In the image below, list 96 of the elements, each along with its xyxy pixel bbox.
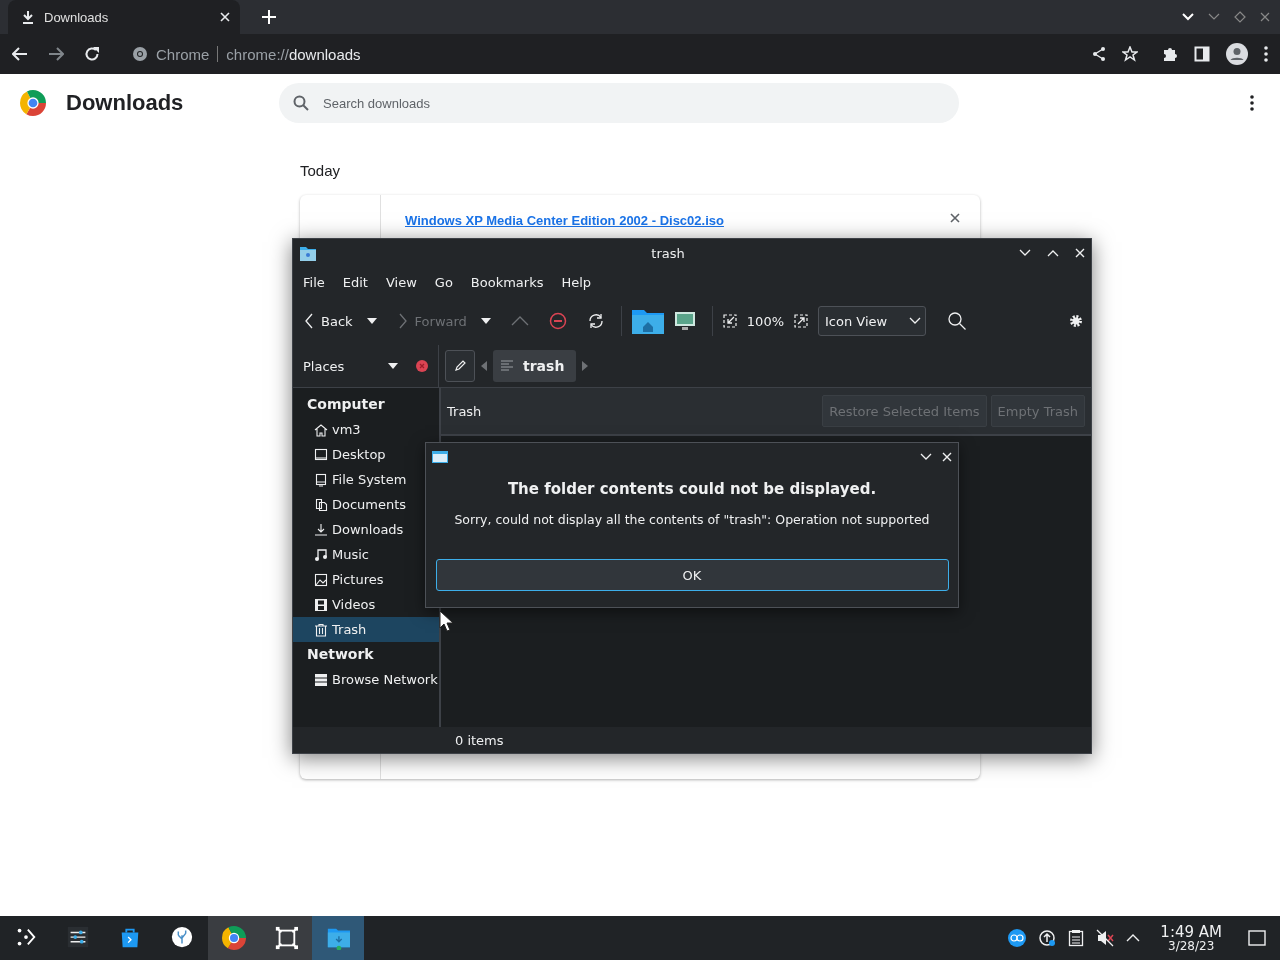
search-placeholder: Search downloads (323, 95, 430, 111)
reload-icon[interactable] (586, 312, 605, 330)
close-icon[interactable] (950, 213, 960, 223)
reload-icon[interactable] (84, 46, 100, 62)
browser-tab[interactable]: Downloads (8, 0, 240, 34)
trash-icon (314, 622, 328, 637)
folder-icon (326, 926, 350, 950)
chevron-icon (398, 313, 407, 329)
settings-icon[interactable] (1069, 314, 1083, 328)
chevron-up-icon[interactable] (1126, 934, 1141, 942)
stop-icon[interactable] (548, 312, 567, 330)
menu-item[interactable]: Help (561, 272, 592, 292)
dropdown-arrow-icon[interactable] (480, 318, 491, 324)
search-icon[interactable] (948, 312, 966, 330)
dialog-heading: The folder contents could not be displayed. (507, 480, 877, 498)
desktop-icon (314, 447, 328, 462)
monitor-icon[interactable] (673, 310, 696, 332)
film-icon (314, 597, 328, 612)
clipboard-icon[interactable] (1068, 929, 1085, 947)
path-crumb[interactable]: trash (493, 350, 577, 382)
sidebar-item[interactable]: Downloads (293, 517, 439, 542)
side-panel-icon[interactable] (1194, 46, 1210, 62)
window-title: trash (650, 245, 686, 261)
documents-icon (314, 497, 328, 512)
status-text: 0 items (455, 732, 504, 748)
section-heading: Computer (306, 395, 386, 414)
dropdown-arrow-icon[interactable] (366, 318, 377, 324)
clock[interactable]: 1:49 AM 3/28/23 (1160, 924, 1222, 952)
taskbar-button[interactable] (208, 916, 260, 960)
new-tab-icon[interactable] (262, 10, 276, 24)
chevron-down-icon (909, 317, 921, 325)
page-title: Downloads (66, 90, 185, 116)
sliders-icon (66, 926, 90, 950)
zoom-level: 100% (746, 313, 784, 329)
places-label: Places (303, 358, 346, 374)
chrome-icon (222, 926, 246, 950)
muted-speaker-icon[interactable] (1096, 929, 1115, 947)
search-icon (293, 95, 309, 111)
profile-icon[interactable] (1226, 43, 1248, 65)
edit-path-button[interactable] (445, 350, 475, 382)
forward-arrow-icon[interactable] (48, 47, 64, 61)
sidebar-item[interactable]: Desktop (293, 442, 439, 467)
scroll-left-icon[interactable] (481, 361, 487, 371)
folder-icon (299, 244, 317, 262)
file-link[interactable]: Windows XP Media Center Edition 2002 - Disc02.iso (405, 213, 950, 228)
sidebar-item[interactable]: Browse Network (293, 667, 439, 692)
server-icon (314, 672, 328, 687)
frame-icon (274, 926, 298, 950)
chrome-icon (132, 46, 148, 62)
more-icon[interactable] (1250, 95, 1254, 111)
download-icon (22, 10, 34, 24)
view-mode-dropdown[interactable]: Icon View (818, 306, 926, 336)
scroll-right-icon[interactable] (582, 361, 589, 371)
section-heading: Network (306, 645, 375, 664)
location-title: Trash (447, 403, 483, 419)
sidebar-item[interactable]: vm3 (293, 417, 439, 442)
menu-item[interactable]: Go (434, 272, 453, 292)
site-label: Chrome (156, 45, 210, 63)
menu-item[interactable]: Bookmarks (470, 272, 544, 292)
date-heading: Today (300, 162, 342, 179)
menu-item[interactable]: View (385, 272, 417, 292)
home-icon (314, 422, 328, 437)
window-icon (432, 451, 448, 463)
sidebar-item[interactable]: File System (293, 467, 439, 492)
share-icon[interactable] (1092, 46, 1106, 62)
search-field[interactable]: Search downloads (279, 83, 959, 123)
dropdown-arrow-icon[interactable] (388, 363, 398, 369)
list-icon (501, 360, 513, 372)
update-icon[interactable] (1038, 929, 1057, 947)
puzzle-icon[interactable] (1162, 46, 1178, 62)
sidebar-item[interactable]: Trash (293, 617, 439, 642)
download-icon (314, 522, 328, 537)
sidebar-item[interactable]: Documents (293, 492, 439, 517)
star-icon[interactable] (1122, 46, 1138, 62)
ok-button[interactable]: OK (435, 559, 949, 591)
zoom-out-icon[interactable] (722, 314, 737, 328)
drive-icon (314, 472, 328, 487)
address-bar[interactable]: Chrome chrome://downloads (132, 45, 361, 63)
url-text: chrome://downloads (226, 45, 361, 63)
sidebar-item[interactable]: Videos (293, 592, 439, 617)
dialog-message: Sorry, could not display all the contents of "trash": Operation not supported (454, 512, 930, 527)
back-button[interactable]: Back (301, 309, 357, 333)
more-icon[interactable] (1264, 46, 1268, 62)
music-note-icon (314, 547, 328, 562)
home-folder-icon[interactable] (631, 308, 664, 334)
menu-item[interactable]: File (303, 272, 325, 292)
show-desktop-icon[interactable] (1248, 930, 1266, 946)
back-arrow-icon[interactable] (12, 47, 28, 61)
menu-item[interactable]: Edit (342, 272, 368, 292)
chevron-icon (305, 313, 313, 329)
chrome-logo (20, 90, 46, 116)
taskbar-button[interactable] (260, 916, 312, 960)
tab-search-icon[interactable] (1182, 13, 1194, 21)
zoom-in-icon[interactable] (794, 314, 808, 328)
picture-icon (314, 572, 328, 587)
pencil-icon (454, 360, 466, 372)
